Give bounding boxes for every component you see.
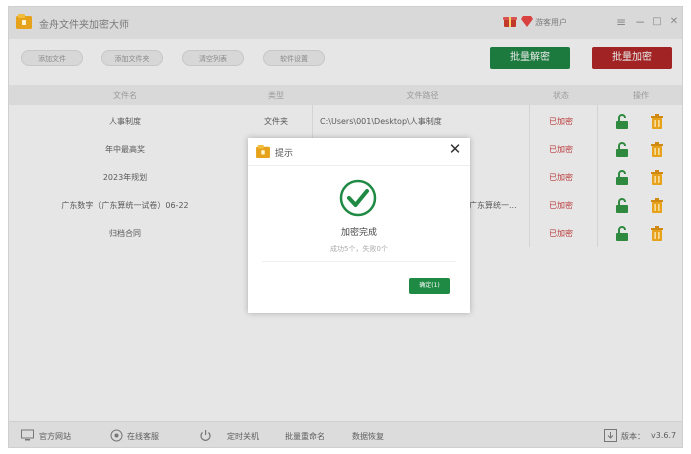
scheduled-shutdown-link[interactable]: 定时关机	[227, 431, 259, 442]
online-support-link[interactable]: 在线客服	[127, 431, 159, 442]
success-check-icon	[339, 179, 377, 217]
file-name: 年中最高奖	[105, 145, 145, 154]
minimize-button[interactable]: −	[631, 13, 649, 31]
power-icon	[200, 430, 211, 441]
batch-rename-link[interactable]: 批量重命名	[285, 431, 325, 442]
table-header: 文件名 类型 文件路径 状态 操作	[9, 85, 682, 105]
dialog-title: 提示	[275, 149, 294, 159]
headset-icon	[110, 429, 123, 442]
unlock-icon[interactable]	[615, 198, 629, 213]
dialog-sub-message: 成功5个，失败0个	[330, 245, 388, 253]
header-type: 类型	[268, 91, 284, 100]
clear-list-button[interactable]: 清空列表	[182, 50, 244, 66]
gift-icon[interactable]	[503, 14, 517, 28]
add-folder-button[interactable]: 添加文件夹	[101, 50, 163, 66]
unlock-icon[interactable]	[615, 114, 629, 129]
batch-decrypt-button[interactable]: 批量解密	[490, 47, 570, 69]
status-badge: 已加密	[549, 201, 573, 210]
batch-encrypt-button[interactable]: 批量加密	[592, 47, 672, 69]
header-filename: 文件名	[113, 91, 137, 100]
file-name: 人事制度	[109, 117, 141, 126]
unlock-icon[interactable]	[615, 142, 629, 157]
trash-icon[interactable]	[651, 114, 663, 129]
unlock-icon[interactable]	[615, 170, 629, 185]
file-name: 广东数字（广东算统一试卷）06-22	[61, 201, 189, 210]
prompt-dialog: 提示 ✕ 加密完成 成功5个，失败0个 确定(1)	[248, 138, 470, 313]
header-actions: 操作	[633, 91, 649, 100]
official-site-link[interactable]: 官方网站	[39, 431, 71, 442]
trash-icon[interactable]	[651, 226, 663, 241]
dialog-divider	[248, 165, 470, 166]
ok-button[interactable]: 确定(1)	[409, 278, 450, 294]
settings-button[interactable]: 软件设置	[263, 50, 325, 66]
version-label: 版本：	[621, 432, 645, 441]
file-name: 归档合同	[109, 229, 141, 238]
diamond-icon[interactable]	[521, 16, 533, 27]
monitor-icon	[21, 429, 34, 441]
file-path: 广东算统一...	[469, 201, 517, 210]
menu-button[interactable]: ≡	[612, 13, 630, 31]
download-icon	[604, 429, 617, 442]
version-number: v3.6.7	[651, 431, 677, 440]
dialog-separator	[262, 261, 456, 262]
trash-icon[interactable]	[651, 198, 663, 213]
table-row[interactable]: 人事制度 文件夹 C:\Users\001\Desktop\人事制度 已加密	[9, 107, 682, 135]
close-button[interactable]: ✕	[665, 13, 682, 31]
dialog-close-button[interactable]: ✕	[446, 140, 464, 158]
user-label[interactable]: 游客用户	[535, 17, 567, 28]
maximize-button[interactable]: □	[648, 13, 666, 31]
add-file-button[interactable]: 添加文件	[21, 50, 83, 66]
file-type: 文件夹	[264, 117, 288, 126]
unlock-icon[interactable]	[615, 226, 629, 241]
file-path: C:\Users\001\Desktop\人事制度	[320, 117, 442, 126]
folder-icon	[16, 14, 32, 29]
dialog-message: 加密完成	[340, 228, 377, 238]
trash-icon[interactable]	[651, 170, 663, 185]
folder-icon	[256, 145, 270, 158]
status-badge: 已加密	[549, 145, 573, 154]
trash-icon[interactable]	[651, 142, 663, 157]
file-name: 2023年规划	[102, 173, 148, 182]
footer-bar: 官方网站 在线客服 定时关机 批量重命名 数据恢复 版本： v3.6.7	[9, 421, 682, 447]
app-title: 金舟文件夹加密大师	[39, 20, 129, 31]
data-recovery-link[interactable]: 数据恢复	[352, 431, 384, 442]
title-bar: 金舟文件夹加密大师 游客用户 ≡ − □ ✕	[9, 7, 682, 39]
status-badge: 已加密	[549, 173, 573, 182]
status-badge: 已加密	[549, 117, 573, 126]
header-status: 状态	[553, 91, 569, 100]
header-path: 文件路径	[406, 91, 439, 100]
status-badge: 已加密	[549, 229, 573, 238]
